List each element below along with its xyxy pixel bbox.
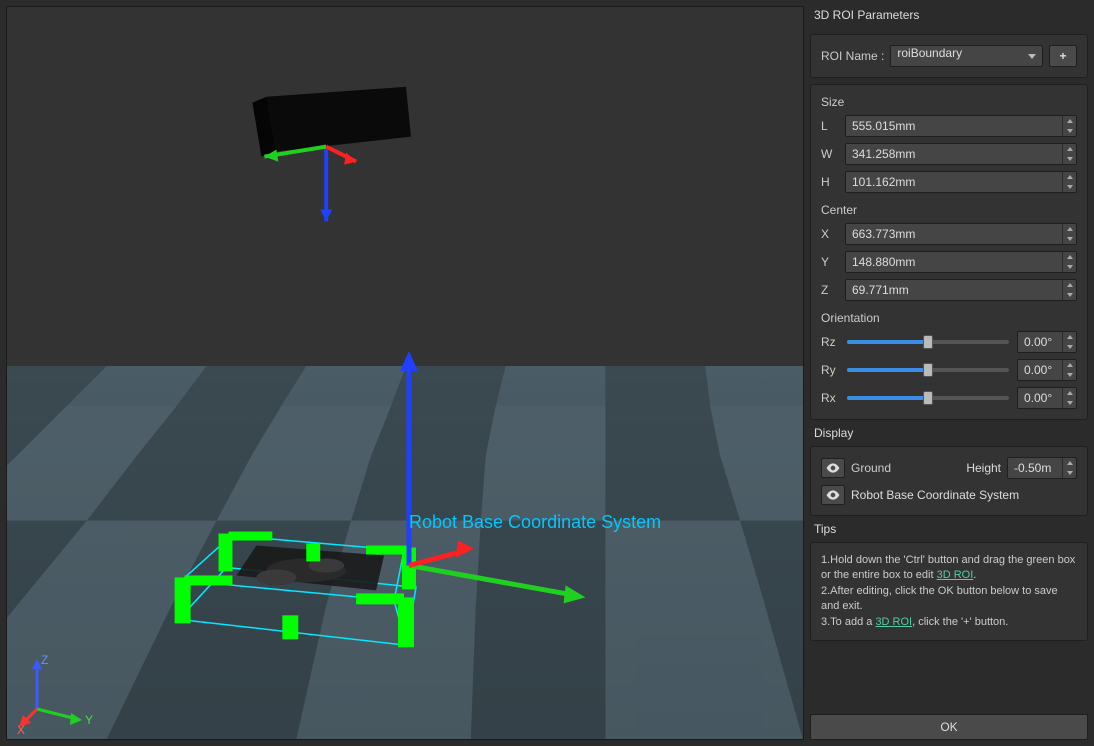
eye-icon <box>826 463 840 473</box>
rx-slider[interactable] <box>847 390 1009 406</box>
sensor-axes <box>264 147 356 222</box>
rx-input[interactable]: 0.00° <box>1017 387 1077 409</box>
display-section: Display Ground Height -0.50m Robot Base … <box>810 426 1088 516</box>
ry-label: Ry <box>821 363 839 377</box>
sensor-object <box>252 87 411 157</box>
geometry-panel: Size L 555.015mm W 341.258mm H 101.162mm… <box>810 84 1088 420</box>
center-z-label: Z <box>821 283 839 297</box>
center-y-label: Y <box>821 255 839 269</box>
rz-label: Rz <box>821 335 839 349</box>
scene-svg <box>7 7 803 739</box>
center-label: Center <box>821 203 1077 217</box>
size-l-input[interactable]: 555.015mm <box>845 115 1077 137</box>
overlay-label-robot-base: Robot Base Coordinate System <box>409 512 661 533</box>
ground-label: Ground <box>851 461 917 475</box>
roi-name-panel: ROI Name : roiBoundary + <box>810 34 1088 78</box>
ok-button[interactable]: OK <box>810 714 1088 740</box>
corner-axis-z: Z <box>41 653 48 667</box>
height-label: Height <box>966 461 1001 475</box>
tips-label: Tips <box>810 522 1088 542</box>
toggle-robot-base-visibility[interactable] <box>821 485 845 505</box>
center-y-input[interactable]: 148.880mm <box>845 251 1077 273</box>
eye-icon <box>826 490 840 500</box>
corner-axis-y: Y <box>85 713 93 727</box>
spin-down-icon[interactable] <box>1063 126 1076 136</box>
tips-link-3droi-1[interactable]: 3D ROI <box>937 569 974 581</box>
center-z-input[interactable]: 69.771mm <box>845 279 1077 301</box>
center-x-input[interactable]: 663.773mm <box>845 223 1077 245</box>
center-x-label: X <box>821 227 839 241</box>
panel-title: 3D ROI Parameters <box>810 6 1088 28</box>
ground-height-input[interactable]: -0.50m <box>1007 457 1077 479</box>
size-h-input[interactable]: 101.162mm <box>845 171 1077 193</box>
robot-base-label: Robot Base Coordinate System <box>851 488 1019 502</box>
size-label: Size <box>821 95 1077 109</box>
size-w-label: W <box>821 147 839 161</box>
rx-label: Rx <box>821 391 839 405</box>
roi-name-select[interactable]: roiBoundary <box>890 45 1043 67</box>
roi-name-label: ROI Name : <box>821 49 884 63</box>
toggle-ground-visibility[interactable] <box>821 458 845 478</box>
display-label: Display <box>810 426 1088 446</box>
ry-slider[interactable] <box>847 362 1009 378</box>
roi-name-value: roiBoundary <box>897 46 962 60</box>
rz-input[interactable]: 0.00° <box>1017 331 1077 353</box>
tips-text: 1.Hold down the 'Ctrl' button and drag t… <box>821 553 1077 630</box>
plus-icon: + <box>1059 49 1066 63</box>
size-w-input[interactable]: 341.258mm <box>845 143 1077 165</box>
corner-axis-x: X <box>17 723 25 737</box>
spin-up-icon[interactable] <box>1063 116 1076 126</box>
size-l-label: L <box>821 119 839 133</box>
add-roi-button[interactable]: + <box>1049 45 1077 67</box>
orientation-label: Orientation <box>821 311 1077 325</box>
tips-section: Tips 1.Hold down the 'Ctrl' button and d… <box>810 522 1088 641</box>
ry-input[interactable]: 0.00° <box>1017 359 1077 381</box>
viewport-3d[interactable]: Robot Base Coordinate System Z Y X <box>6 6 804 740</box>
tips-link-3droi-2[interactable]: 3D ROI <box>875 616 912 628</box>
scene[interactable]: Robot Base Coordinate System Z Y X <box>7 7 803 739</box>
sidebar: 3D ROI Parameters ROI Name : roiBoundary… <box>804 0 1094 746</box>
size-h-label: H <box>821 175 839 189</box>
rz-slider[interactable] <box>847 334 1009 350</box>
